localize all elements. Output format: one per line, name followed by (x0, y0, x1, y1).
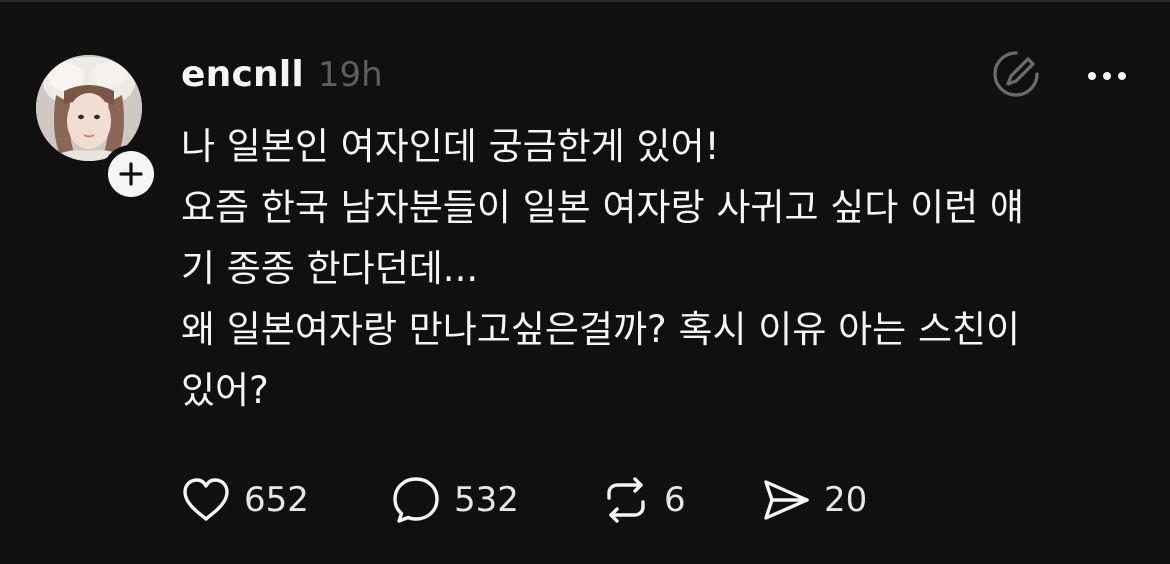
reply-count: 532 (454, 480, 519, 520)
repost-button[interactable]: 6 (600, 474, 760, 526)
more-options-button[interactable] (1084, 51, 1130, 97)
follow-button-inner (108, 151, 154, 197)
post-body: 나 일본인 여자인데 궁금한게 있어! 요즘 한국 남자분들이 일본 여자랑 사… (181, 116, 1141, 421)
post-text-line: 있어? (181, 369, 269, 412)
speech-bubble-icon (393, 477, 439, 523)
timestamp[interactable]: 19h (318, 55, 383, 95)
follow-button[interactable] (102, 145, 160, 203)
repost-count: 6 (664, 480, 686, 520)
edit-circle-icon (993, 51, 1039, 97)
share-button[interactable]: 20 (760, 474, 920, 526)
username[interactable]: encnll (181, 54, 304, 95)
post-header: encnll 19h (181, 54, 383, 100)
header-actions (990, 48, 1130, 100)
like-count: 652 (244, 480, 309, 520)
post-text-line: 왜 일본여자랑 만나고싶은걸까? 혹시 이유 아는 스친이 (181, 308, 1021, 351)
post-text-line: 기 종종 한다던데... (181, 247, 479, 290)
like-button[interactable]: 652 (180, 474, 390, 526)
plus-icon (119, 162, 143, 186)
avatar-container[interactable] (36, 55, 160, 203)
share-count: 20 (824, 480, 868, 520)
post-text-line: 요즘 한국 남자분들이 일본 여자랑 사귀고 싶다 이런 얘 (181, 186, 1024, 229)
action-bar: 652 532 6 20 (180, 474, 920, 526)
repost-arrows-icon (607, 477, 645, 523)
post-text-line: 나 일본인 여자인데 궁금한게 있어! (181, 125, 720, 168)
thread-post: encnll 19h 나 일본인 여자인데 궁금한게 있어! 요즘 한국 남자분… (0, 0, 1170, 564)
heart-icon (183, 478, 229, 521)
ellipsis-icon (1088, 72, 1126, 80)
edit-button[interactable] (990, 48, 1042, 100)
paper-plane-icon (764, 480, 809, 520)
reply-button[interactable]: 532 (390, 474, 600, 526)
